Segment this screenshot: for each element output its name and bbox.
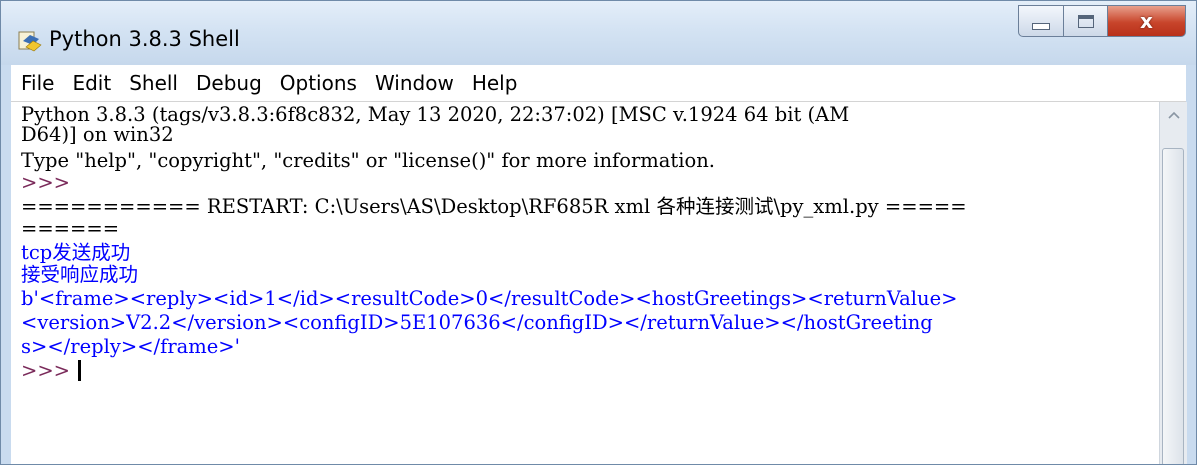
menu-shell[interactable]: Shell — [121, 71, 186, 95]
menu-options[interactable]: Options — [272, 71, 365, 95]
close-button[interactable]: x — [1108, 5, 1186, 37]
menu-window[interactable]: Window — [367, 71, 462, 95]
maximize-button[interactable] — [1064, 5, 1108, 37]
window-controls: x — [1018, 5, 1186, 39]
scroll-thumb[interactable] — [1162, 148, 1184, 464]
output-line: s></reply></frame>' — [21, 335, 240, 358]
output-line: b'<frame><reply><id>1</id><resultCode>0<… — [21, 287, 958, 310]
output-line: <version>V2.2</version><configID>5E10763… — [21, 311, 933, 334]
shell-text-area[interactable]: Python 3.8.3 (tags/v3.8.3:6f8c832, May 1… — [11, 102, 1159, 464]
minimize-icon — [1032, 22, 1050, 30]
output-line: tcp发送成功 — [21, 241, 131, 264]
restart-banner: =========== RESTART: C:\Users\AS\Desktop… — [21, 195, 967, 218]
menu-debug[interactable]: Debug — [188, 71, 270, 95]
scroll-up-arrow-icon — [1167, 111, 1180, 119]
menu-help[interactable]: Help — [464, 71, 526, 95]
idle-shell-window: Python 3.8.3 Shell x File Edit Shell Deb… — [0, 0, 1197, 465]
close-icon: x — [1140, 9, 1153, 33]
output-line: 接受响应成功 — [21, 263, 139, 286]
active-prompt-line[interactable]: >>> — [21, 359, 82, 382]
vertical-scrollbar[interactable] — [1159, 102, 1187, 464]
menu-file[interactable]: File — [13, 71, 62, 95]
title-bar[interactable]: Python 3.8.3 Shell x — [1, 1, 1196, 65]
maximize-icon — [1077, 14, 1094, 28]
scroll-up-button[interactable] — [1160, 102, 1187, 128]
active-prompt: >>> — [21, 359, 77, 382]
shell-line: Type "help", "copyright", "credits" or "… — [21, 149, 715, 172]
python-idle-icon — [18, 31, 42, 52]
shell-prompt: >>> — [21, 171, 71, 194]
window-title: Python 3.8.3 Shell — [49, 27, 240, 51]
menu-bar: File Edit Shell Debug Options Window Hel… — [11, 65, 1186, 102]
shell-line: D64)] on win32 — [21, 123, 174, 146]
menu-edit[interactable]: Edit — [64, 71, 119, 95]
restart-banner-cont: ====== — [21, 217, 120, 240]
minimize-button[interactable] — [1018, 5, 1064, 37]
text-cursor — [78, 360, 82, 381]
